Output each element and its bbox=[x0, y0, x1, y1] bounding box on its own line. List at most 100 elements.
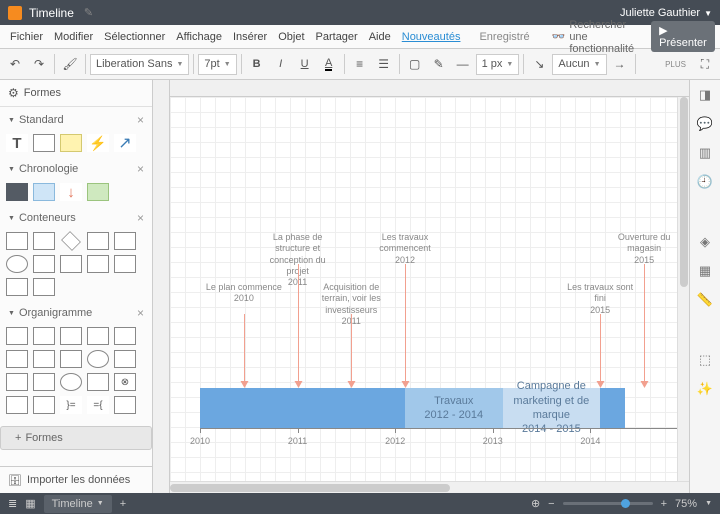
shape-tl-green[interactable] bbox=[87, 183, 109, 201]
zoom-slider[interactable] bbox=[563, 502, 653, 505]
shape-c7[interactable] bbox=[33, 255, 55, 273]
shape-c9[interactable] bbox=[87, 255, 109, 273]
shape-o6[interactable] bbox=[6, 350, 28, 368]
shape-o13[interactable] bbox=[60, 373, 82, 391]
shape-c12[interactable] bbox=[33, 278, 55, 296]
shape-arrow[interactable]: ↗ bbox=[114, 134, 136, 152]
underline-icon[interactable]: U bbox=[294, 53, 316, 75]
data-icon[interactable]: ▦ bbox=[696, 262, 714, 280]
shape-o19[interactable]: ={ bbox=[87, 396, 109, 414]
edit-title-icon[interactable]: ✎ bbox=[84, 6, 93, 19]
zoom-in-icon[interactable]: + bbox=[661, 498, 667, 510]
shape-note[interactable] bbox=[60, 134, 82, 152]
zoom-out-icon[interactable]: − bbox=[548, 498, 554, 510]
menu-partager[interactable]: Partager bbox=[316, 31, 358, 43]
grid-view-icon[interactable]: ▦ bbox=[25, 497, 35, 510]
canvas[interactable]: Travaux2012 - 2014Campagne de marketing … bbox=[170, 97, 689, 493]
menu-nouveautes[interactable]: Nouveautés bbox=[402, 31, 461, 43]
shape-o5[interactable] bbox=[114, 327, 136, 345]
shape-o3[interactable] bbox=[60, 327, 82, 345]
shape-c4[interactable] bbox=[87, 232, 109, 250]
italic-icon[interactable]: I bbox=[270, 53, 292, 75]
arrow-start-icon[interactable]: ↘ bbox=[528, 53, 550, 75]
comment-icon[interactable]: 💬 bbox=[696, 115, 714, 133]
close-icon[interactable]: × bbox=[137, 113, 144, 127]
shape-c8[interactable] bbox=[60, 255, 82, 273]
shape-tl-blue[interactable] bbox=[33, 183, 55, 201]
line-style-icon[interactable]: — bbox=[452, 53, 474, 75]
horizontal-scrollbar[interactable] bbox=[170, 481, 689, 493]
shape-o10[interactable] bbox=[114, 350, 136, 368]
shape-c5[interactable] bbox=[114, 232, 136, 250]
shape-o15[interactable]: ⊗ bbox=[114, 373, 136, 391]
shape-tl-dark[interactable] bbox=[6, 183, 28, 201]
shape-o2[interactable] bbox=[33, 327, 55, 345]
shape-tl-arrow[interactable]: ↓ bbox=[60, 183, 82, 201]
magic-icon[interactable]: ✨ bbox=[696, 380, 714, 398]
menu-aide[interactable]: Aide bbox=[369, 31, 391, 43]
shape-o9[interactable] bbox=[87, 350, 109, 368]
shape-o17[interactable] bbox=[33, 396, 55, 414]
present-button[interactable]: ▶ Présenter bbox=[651, 21, 715, 52]
border-color-icon[interactable]: ✎ bbox=[428, 53, 450, 75]
import-data-button[interactable]: 🗄Importer les données bbox=[0, 466, 152, 493]
font-size-select[interactable]: 7pt▼ bbox=[198, 54, 236, 75]
shape-o4[interactable] bbox=[87, 327, 109, 345]
shape-rect[interactable] bbox=[33, 134, 55, 152]
menu-modifier[interactable]: Modifier bbox=[54, 31, 93, 43]
shape-bolt[interactable]: ⚡ bbox=[87, 134, 109, 152]
shape-o14[interactable] bbox=[87, 373, 109, 391]
shape-text[interactable]: T bbox=[6, 134, 28, 152]
shape-o7[interactable] bbox=[33, 350, 55, 368]
gear-icon[interactable]: ⚙ bbox=[8, 86, 19, 100]
history-icon[interactable]: 🕘 bbox=[696, 173, 714, 191]
layers-icon[interactable]: ◈ bbox=[696, 233, 714, 251]
menu-selectionner[interactable]: Sélectionner bbox=[104, 31, 165, 43]
target-icon[interactable]: ⊕ bbox=[531, 497, 540, 510]
shape-c11[interactable] bbox=[6, 278, 28, 296]
fill-icon[interactable]: ▢ bbox=[404, 53, 426, 75]
zoom-level[interactable]: 75% bbox=[675, 498, 697, 510]
undo-icon[interactable]: ↶ bbox=[4, 53, 26, 75]
vertical-scrollbar[interactable] bbox=[677, 97, 689, 481]
menu-affichage[interactable]: Affichage bbox=[176, 31, 222, 43]
font-select[interactable]: Liberation Sans▼ bbox=[90, 54, 189, 75]
add-shapes-button[interactable]: + Formes bbox=[0, 426, 152, 450]
present2-icon[interactable]: ▥ bbox=[696, 144, 714, 162]
cat-organigramme[interactable]: ▼Organigramme× bbox=[0, 300, 152, 323]
shape-o12[interactable] bbox=[33, 373, 55, 391]
menu-objet[interactable]: Objet bbox=[278, 31, 304, 43]
ruler-icon[interactable]: 📏 bbox=[696, 291, 714, 309]
paint-format-icon[interactable]: 🖌 bbox=[59, 53, 81, 75]
list-view-icon[interactable]: ≣ bbox=[8, 497, 17, 510]
fill-select[interactable]: Aucun▼ bbox=[552, 54, 606, 75]
toolbar-plus[interactable]: PLUS bbox=[665, 60, 686, 69]
bold-icon[interactable]: B bbox=[246, 53, 268, 75]
arrow-end-icon[interactable]: → bbox=[609, 53, 631, 75]
shape-c10[interactable] bbox=[114, 255, 136, 273]
menu-inserer[interactable]: Insérer bbox=[233, 31, 267, 43]
text-color-icon[interactable]: A bbox=[318, 53, 340, 75]
shape-o8[interactable] bbox=[60, 350, 82, 368]
shape-c6[interactable] bbox=[6, 255, 28, 273]
menu-fichier[interactable]: Fichier bbox=[10, 31, 43, 43]
cat-chronologie[interactable]: ▼Chronologie× bbox=[0, 156, 152, 179]
nav-icon[interactable]: ◨ bbox=[696, 86, 714, 104]
align2-icon[interactable]: ☰ bbox=[373, 53, 395, 75]
search-feature[interactable]: 👓Rechercher une fonctionnalité bbox=[552, 19, 635, 55]
shape-c2[interactable] bbox=[33, 232, 55, 250]
cond-icon[interactable]: ⬚ bbox=[696, 351, 714, 369]
shape-o16[interactable] bbox=[6, 396, 28, 414]
shape-o20[interactable] bbox=[114, 396, 136, 414]
shape-c1[interactable] bbox=[6, 232, 28, 250]
line-width-select[interactable]: 1 px▼ bbox=[476, 54, 520, 75]
shape-c3[interactable] bbox=[61, 231, 81, 251]
shape-o1[interactable] bbox=[6, 327, 28, 345]
shape-o11[interactable] bbox=[6, 373, 28, 391]
align-icon[interactable]: ≡ bbox=[349, 53, 371, 75]
add-page-icon[interactable]: + bbox=[120, 498, 126, 510]
cat-conteneurs[interactable]: ▼Conteneurs× bbox=[0, 205, 152, 228]
fullscreen-icon[interactable]: ⛶ bbox=[694, 53, 716, 75]
shape-o18[interactable]: }= bbox=[60, 396, 82, 414]
redo-icon[interactable]: ↷ bbox=[28, 53, 50, 75]
